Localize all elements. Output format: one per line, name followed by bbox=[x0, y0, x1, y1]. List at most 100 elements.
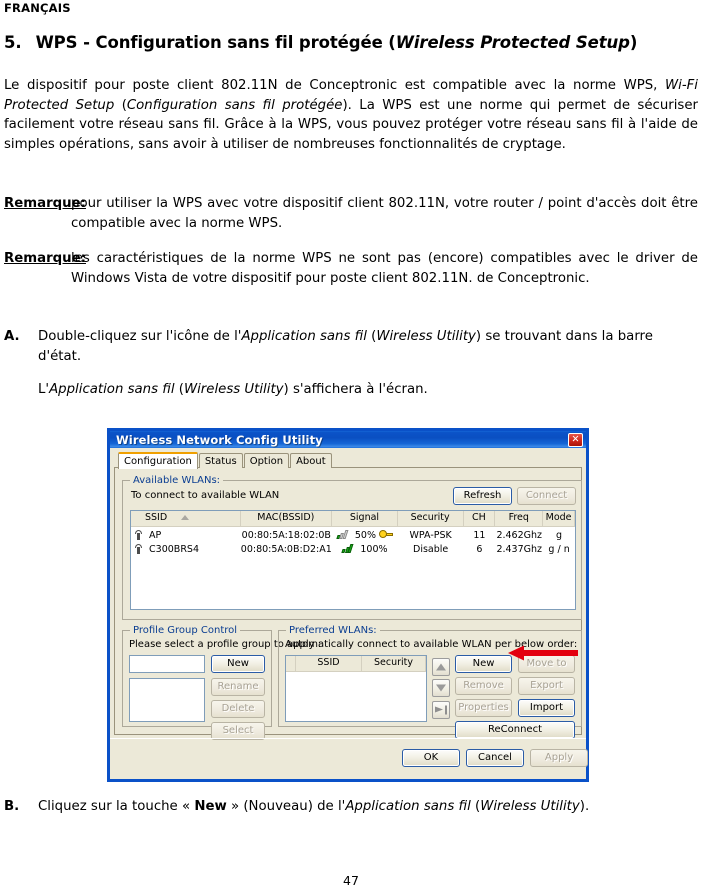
column-mac[interactable]: MAC(BSSID) bbox=[241, 511, 333, 526]
preferred-wlans-group: Preferred WLANs: Automatically connect t… bbox=[278, 625, 582, 739]
profile-group-input[interactable] bbox=[129, 655, 205, 673]
apply-button[interactable]: Apply bbox=[530, 749, 588, 767]
cell-signal: 50% bbox=[332, 529, 398, 543]
document-page: FRANÇAIS 5. WPS - Configuration sans fil … bbox=[0, 0, 702, 896]
cell-signal: 100% bbox=[332, 543, 398, 557]
preferred-move-to-button[interactable]: Move to bbox=[518, 655, 575, 673]
wireless-utility-window: Wireless Network Config Utility ✕ Config… bbox=[107, 428, 589, 782]
preferred-export-button[interactable]: Export bbox=[518, 677, 575, 695]
security-key-icon bbox=[379, 530, 394, 538]
cancel-button[interactable]: Cancel bbox=[466, 749, 524, 767]
cell-mode: g bbox=[556, 530, 563, 541]
preferred-wlans-hint: Automatically connect to available WLAN … bbox=[285, 639, 578, 650]
move-down-button[interactable] bbox=[432, 679, 450, 697]
column-pref-ssid[interactable]: SSID bbox=[296, 656, 362, 671]
step-a: A. Double-cliquez sur l'icône de l'Appli… bbox=[4, 327, 698, 366]
profile-delete-button[interactable]: Delete bbox=[211, 700, 265, 718]
refresh-button[interactable]: Refresh bbox=[453, 487, 512, 505]
remark-2-text: les caractéristiques de la norme WPS ne … bbox=[71, 251, 698, 286]
step-b-text: Cliquez sur la touche « New » (Nouveau) … bbox=[38, 799, 590, 814]
section-number: 5. bbox=[4, 33, 22, 52]
available-wlans-group: Available WLANs: To connect to available… bbox=[122, 475, 582, 620]
cell-freq: 2.462Ghz bbox=[496, 530, 543, 541]
remark-label: Remarque: bbox=[4, 251, 86, 266]
step-a-text: Double-cliquez sur l'icône de l'Applicat… bbox=[38, 329, 653, 364]
cell-mac: 00:80:5A:18:02:0B bbox=[241, 530, 331, 541]
profile-group-control-legend: Profile Group Control bbox=[130, 625, 241, 636]
window-titlebar: Wireless Network Config Utility ✕ bbox=[107, 428, 589, 448]
available-wlans-header: SSID MAC(BSSID) Signal Security CH Freq … bbox=[131, 511, 575, 527]
tab-status[interactable]: Status bbox=[198, 453, 243, 468]
column-freq[interactable]: Freq bbox=[495, 511, 544, 526]
available-wlans-legend: Available WLANs: bbox=[130, 475, 224, 486]
arrow-to-end-icon bbox=[435, 705, 447, 715]
profile-new-button[interactable]: New bbox=[211, 655, 265, 673]
column-ch[interactable]: CH bbox=[464, 511, 496, 526]
table-row[interactable]: C300BRS4 00:80:5A:0B:D2:A1 100% Disable … bbox=[131, 543, 575, 557]
ok-button[interactable]: OK bbox=[402, 749, 460, 767]
cell-ch: 11 bbox=[473, 530, 486, 541]
preferred-import-button[interactable]: Import bbox=[518, 699, 575, 717]
connect-button[interactable]: Connect bbox=[517, 487, 576, 505]
column-spacer bbox=[286, 656, 296, 671]
remark-1: Remarque: pour utiliser la WPS avec votr… bbox=[4, 194, 698, 233]
step-a-letter: A. bbox=[4, 329, 20, 344]
section-title-italic: Wireless Protected Setup bbox=[395, 33, 630, 52]
available-wlans-list[interactable]: SSID MAC(BSSID) Signal Security CH Freq … bbox=[130, 510, 576, 610]
preferred-wlans-list[interactable]: SSID Security bbox=[285, 655, 427, 722]
preferred-remove-button[interactable]: Remove bbox=[455, 677, 512, 695]
step-b-letter: B. bbox=[4, 799, 20, 814]
sort-ascending-icon bbox=[181, 515, 190, 520]
column-signal[interactable]: Signal bbox=[332, 511, 398, 526]
preferred-properties-button[interactable]: Properties bbox=[455, 699, 512, 717]
window-title: Wireless Network Config Utility bbox=[116, 432, 323, 447]
column-pref-security[interactable]: Security bbox=[362, 656, 426, 671]
available-wlans-hint: To connect to available WLAN bbox=[131, 490, 280, 501]
tab-about[interactable]: About bbox=[290, 453, 332, 468]
access-point-icon bbox=[135, 530, 142, 540]
column-mode[interactable]: Mode bbox=[543, 511, 575, 526]
move-to-end-button[interactable] bbox=[432, 701, 450, 719]
table-row[interactable]: AP 00:80:5A:18:02:0B 50% WPA-PSK 11 2.46… bbox=[131, 529, 575, 543]
section-title-close: ) bbox=[629, 33, 638, 52]
language-header: FRANÇAIS bbox=[4, 1, 71, 15]
remark-1-text: pour utiliser la WPS avec votre disposit… bbox=[71, 196, 698, 231]
close-icon[interactable]: ✕ bbox=[568, 433, 583, 447]
step-a-subtext: L'Application sans fil (Wireless Utility… bbox=[38, 382, 428, 397]
signal-strength-icon bbox=[336, 529, 349, 539]
tab-strip: Configuration Status Option About bbox=[118, 451, 582, 469]
tab-panel-configuration: Available WLANs: To connect to available… bbox=[114, 467, 582, 740]
column-security[interactable]: Security bbox=[398, 511, 464, 526]
page-number: 47 bbox=[343, 873, 359, 888]
remark-2: Remarque: les caractéristiques de la nor… bbox=[4, 249, 698, 288]
cell-security: Disable bbox=[413, 544, 449, 555]
signal-strength-icon bbox=[341, 543, 354, 553]
arrow-up-icon bbox=[436, 663, 446, 671]
tab-option[interactable]: Option bbox=[243, 453, 290, 468]
cell-ssid: C300BRS4 bbox=[131, 543, 241, 557]
preferred-wlans-legend: Preferred WLANs: bbox=[286, 625, 380, 636]
cell-freq: 2.437Ghz bbox=[496, 544, 543, 555]
profile-group-list[interactable] bbox=[129, 678, 205, 722]
cell-mode: g / n bbox=[548, 544, 570, 555]
step-b: B. Cliquez sur la touche « New » (Nouvea… bbox=[4, 797, 698, 817]
page-title: 5. WPS - Configuration sans fil protégée … bbox=[4, 33, 637, 52]
remark-label: Remarque: bbox=[4, 196, 86, 211]
cell-ssid: AP bbox=[131, 529, 241, 543]
cell-mac: 00:80:5A:0B:D2:A1 bbox=[240, 544, 332, 555]
profile-rename-button[interactable]: Rename bbox=[211, 678, 265, 696]
move-up-button[interactable] bbox=[432, 658, 450, 676]
cell-ch: 6 bbox=[476, 544, 483, 555]
preferred-reconnect-button[interactable]: ReConnect bbox=[455, 721, 575, 739]
access-point-icon bbox=[135, 544, 142, 554]
column-ssid[interactable]: SSID bbox=[131, 511, 241, 526]
intro-paragraph: Le dispositif pour poste client 802.11N … bbox=[4, 78, 698, 152]
preferred-wlans-header: SSID Security bbox=[286, 656, 426, 672]
window-client-area: Configuration Status Option About Availa… bbox=[110, 448, 588, 779]
section-title-plain: WPS - Configuration sans fil protégée ( bbox=[35, 33, 396, 52]
arrow-down-icon bbox=[436, 684, 446, 692]
tab-configuration[interactable]: Configuration bbox=[118, 452, 198, 469]
preferred-new-button[interactable]: New bbox=[455, 655, 512, 673]
cell-security: WPA-PSK bbox=[409, 530, 452, 541]
dialog-footer: OK Cancel Apply bbox=[110, 738, 588, 779]
